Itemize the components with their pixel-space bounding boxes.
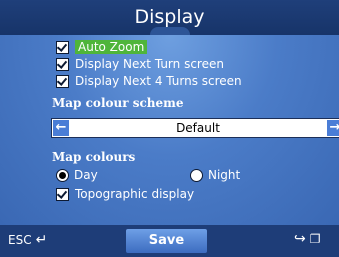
esc-label: ESC bbox=[8, 233, 32, 247]
page-title: Display bbox=[134, 6, 205, 28]
topographic-label: Topographic display bbox=[75, 187, 195, 201]
night-label: Night bbox=[208, 168, 241, 182]
map-colour-scheme-heading: Map colour scheme bbox=[52, 96, 184, 110]
auto-zoom-checkbox[interactable] bbox=[56, 40, 69, 54]
next-4-turns-label: Display Next 4 Turns screen bbox=[75, 74, 242, 88]
left-arrow-icon: ← bbox=[55, 120, 67, 135]
day-label: Day bbox=[74, 168, 98, 182]
back-arrow-icon: ↵ bbox=[35, 232, 48, 248]
auto-zoom-option[interactable]: Auto Zoom bbox=[56, 39, 148, 55]
navigation-controls: ↪ ❐ bbox=[294, 231, 321, 247]
forward-arrow-icon[interactable]: ↪ bbox=[294, 231, 306, 247]
next-turn-checkbox[interactable] bbox=[56, 57, 69, 71]
day-option[interactable]: Day bbox=[56, 167, 98, 183]
next-turn-label: Display Next Turn screen bbox=[75, 57, 224, 71]
pages-icon[interactable]: ❐ bbox=[310, 232, 321, 246]
next-turn-option[interactable]: Display Next Turn screen bbox=[56, 56, 224, 72]
topographic-option[interactable]: Topographic display bbox=[56, 186, 194, 202]
save-button[interactable]: Save bbox=[126, 229, 207, 253]
auto-zoom-label: Auto Zoom bbox=[75, 40, 148, 54]
next-scheme-button[interactable]: → bbox=[327, 120, 339, 136]
next-4-turns-checkbox[interactable] bbox=[56, 74, 69, 88]
next-4-turns-option[interactable]: Display Next 4 Turns screen bbox=[56, 73, 242, 89]
map-colour-scheme-value: Default bbox=[176, 121, 220, 135]
previous-scheme-button[interactable]: ← bbox=[53, 120, 69, 136]
day-radio[interactable] bbox=[56, 168, 69, 182]
title-bar: Display bbox=[0, 0, 339, 35]
right-arrow-icon: → bbox=[329, 120, 339, 135]
esc-button[interactable]: ESC ↵ bbox=[8, 232, 47, 248]
map-colour-scheme-selector[interactable]: ← Default → bbox=[51, 118, 339, 138]
night-radio[interactable] bbox=[190, 168, 203, 182]
map-colours-heading: Map colours bbox=[52, 150, 136, 164]
night-option[interactable]: Night bbox=[190, 167, 240, 183]
topographic-checkbox[interactable] bbox=[56, 187, 69, 201]
title-decoration bbox=[150, 27, 190, 35]
